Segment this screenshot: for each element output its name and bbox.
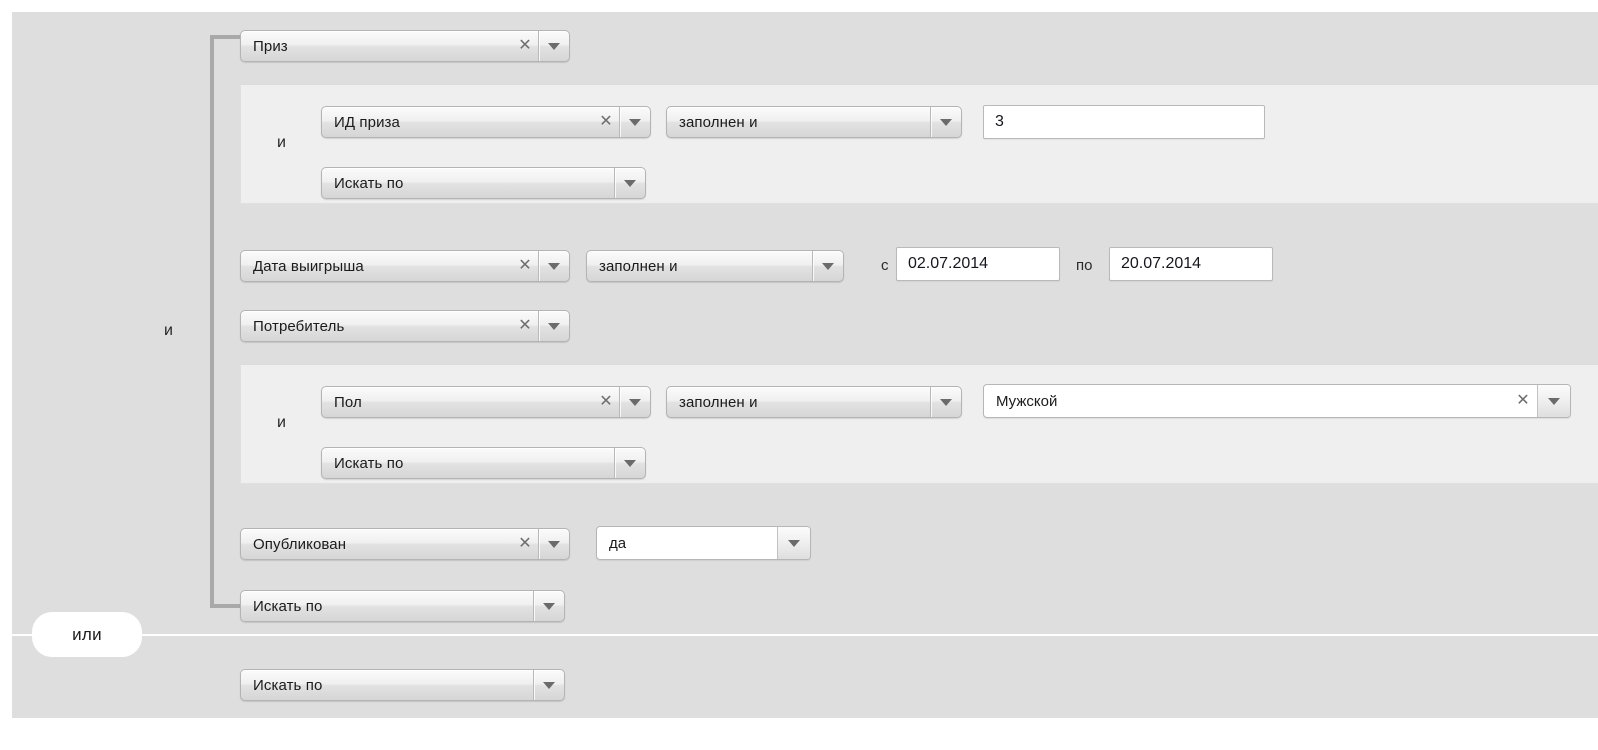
- clear-icon[interactable]: ✕: [593, 107, 619, 137]
- query-builder-screen: и Приз ✕ и ИД приза ✕ заполнен и 3 Искат…: [0, 0, 1598, 750]
- field-select-prize[interactable]: Приз ✕: [240, 30, 570, 62]
- date-to-input[interactable]: 20.07.2014: [1109, 247, 1273, 281]
- subgroup-prize-operator-and: и: [277, 134, 286, 151]
- condition-select-gender-label: заполнен и: [679, 393, 758, 411]
- condition-select-gender-wrap: заполнен и: [666, 386, 962, 418]
- condition-select-win-date[interactable]: заполнен и: [586, 250, 844, 282]
- chevron-down-icon[interactable]: [538, 311, 569, 341]
- value-input-prize-id[interactable]: 3: [983, 105, 1265, 139]
- field-select-prize-add-label: Искать по: [334, 174, 404, 192]
- field-select-second-group-add-label: Искать по: [253, 676, 323, 694]
- group-bracket: [210, 35, 240, 608]
- row-prize: Приз ✕: [240, 30, 570, 62]
- chevron-down-icon[interactable]: [930, 387, 961, 417]
- row-win-date: Дата выигрыша ✕: [240, 250, 570, 282]
- value-select-published-label: да: [609, 534, 627, 552]
- field-select-consumer-add-label: Искать по: [334, 454, 404, 472]
- date-from-prefix: с: [881, 257, 889, 274]
- chevron-down-icon[interactable]: [930, 107, 961, 137]
- field-select-prize-label: Приз: [253, 37, 288, 55]
- chevron-down-icon[interactable]: [614, 168, 645, 198]
- condition-select-prize-id-label: заполнен и: [679, 113, 758, 131]
- row-consumer: Потребитель ✕: [240, 310, 570, 342]
- field-select-consumer-add[interactable]: Искать по: [321, 447, 646, 479]
- root-operator-and: и: [164, 322, 173, 339]
- value-select-gender-wrap: Мужской ✕: [983, 384, 1571, 418]
- row-published: Опубликован ✕: [240, 528, 570, 560]
- row-prize-id: ИД приза ✕: [321, 106, 651, 138]
- field-select-prize-add[interactable]: Искать по: [321, 167, 646, 199]
- chevron-down-icon[interactable]: [614, 448, 645, 478]
- field-select-prize-id[interactable]: ИД приза ✕: [321, 106, 651, 138]
- field-select-consumer[interactable]: Потребитель ✕: [240, 310, 570, 342]
- or-separator-line: [12, 634, 1598, 636]
- date-from-input-wrap: 02.07.2014: [896, 247, 1060, 281]
- clear-icon[interactable]: ✕: [512, 529, 538, 559]
- field-select-root-add-label: Искать по: [253, 597, 323, 615]
- subgroup-consumer-operator-and: и: [277, 414, 286, 431]
- chevron-down-icon[interactable]: [619, 387, 650, 417]
- row-second-group-add: Искать по: [240, 669, 565, 701]
- field-select-root-add[interactable]: Искать по: [240, 590, 565, 622]
- value-select-gender[interactable]: Мужской ✕: [983, 384, 1571, 418]
- field-select-win-date[interactable]: Дата выигрыша ✕: [240, 250, 570, 282]
- value-select-gender-label: Мужской: [996, 392, 1058, 410]
- clear-icon[interactable]: ✕: [593, 387, 619, 417]
- or-operator-badge[interactable]: или: [32, 612, 142, 657]
- query-builder-container: и Приз ✕ и ИД приза ✕ заполнен и 3 Искат…: [12, 12, 1598, 718]
- condition-select-gender[interactable]: заполнен и: [666, 386, 962, 418]
- row-prize-add: Искать по: [321, 167, 646, 199]
- clear-icon[interactable]: ✕: [512, 251, 538, 281]
- value-input-prize-id-wrap: 3: [983, 105, 1265, 139]
- row-consumer-add: Искать по: [321, 447, 646, 479]
- row-gender: Пол ✕: [321, 386, 651, 418]
- clear-icon[interactable]: ✕: [1509, 385, 1537, 417]
- row-root-add: Искать по: [240, 590, 565, 622]
- field-select-published[interactable]: Опубликован ✕: [240, 528, 570, 560]
- clear-icon[interactable]: ✕: [512, 31, 538, 61]
- field-select-consumer-label: Потребитель: [253, 317, 345, 335]
- field-select-second-group-add[interactable]: Искать по: [240, 669, 565, 701]
- field-select-win-date-label: Дата выигрыша: [253, 257, 364, 275]
- clear-icon[interactable]: ✕: [512, 311, 538, 341]
- chevron-down-icon[interactable]: [538, 31, 569, 61]
- chevron-down-icon[interactable]: [538, 251, 569, 281]
- chevron-down-icon[interactable]: [533, 670, 564, 700]
- condition-select-win-date-wrap: заполнен и: [586, 250, 844, 282]
- field-select-published-label: Опубликован: [253, 535, 347, 553]
- chevron-down-icon[interactable]: [538, 529, 569, 559]
- condition-select-win-date-label: заполнен и: [599, 257, 678, 275]
- chevron-down-icon[interactable]: [619, 107, 650, 137]
- field-select-gender[interactable]: Пол ✕: [321, 386, 651, 418]
- field-select-gender-label: Пол: [334, 393, 362, 411]
- date-to-prefix: по: [1076, 257, 1093, 274]
- date-to-input-wrap: 20.07.2014: [1109, 247, 1273, 281]
- condition-select-prize-id-wrap: заполнен и: [666, 106, 962, 138]
- value-select-published-wrap: да: [596, 526, 811, 560]
- field-select-prize-id-label: ИД приза: [334, 113, 400, 131]
- chevron-down-icon[interactable]: [812, 251, 843, 281]
- chevron-down-icon[interactable]: [1537, 385, 1570, 417]
- chevron-down-icon[interactable]: [777, 527, 810, 559]
- date-from-input[interactable]: 02.07.2014: [896, 247, 1060, 281]
- value-select-published[interactable]: да: [596, 526, 811, 560]
- chevron-down-icon[interactable]: [533, 591, 564, 621]
- condition-select-prize-id[interactable]: заполнен и: [666, 106, 962, 138]
